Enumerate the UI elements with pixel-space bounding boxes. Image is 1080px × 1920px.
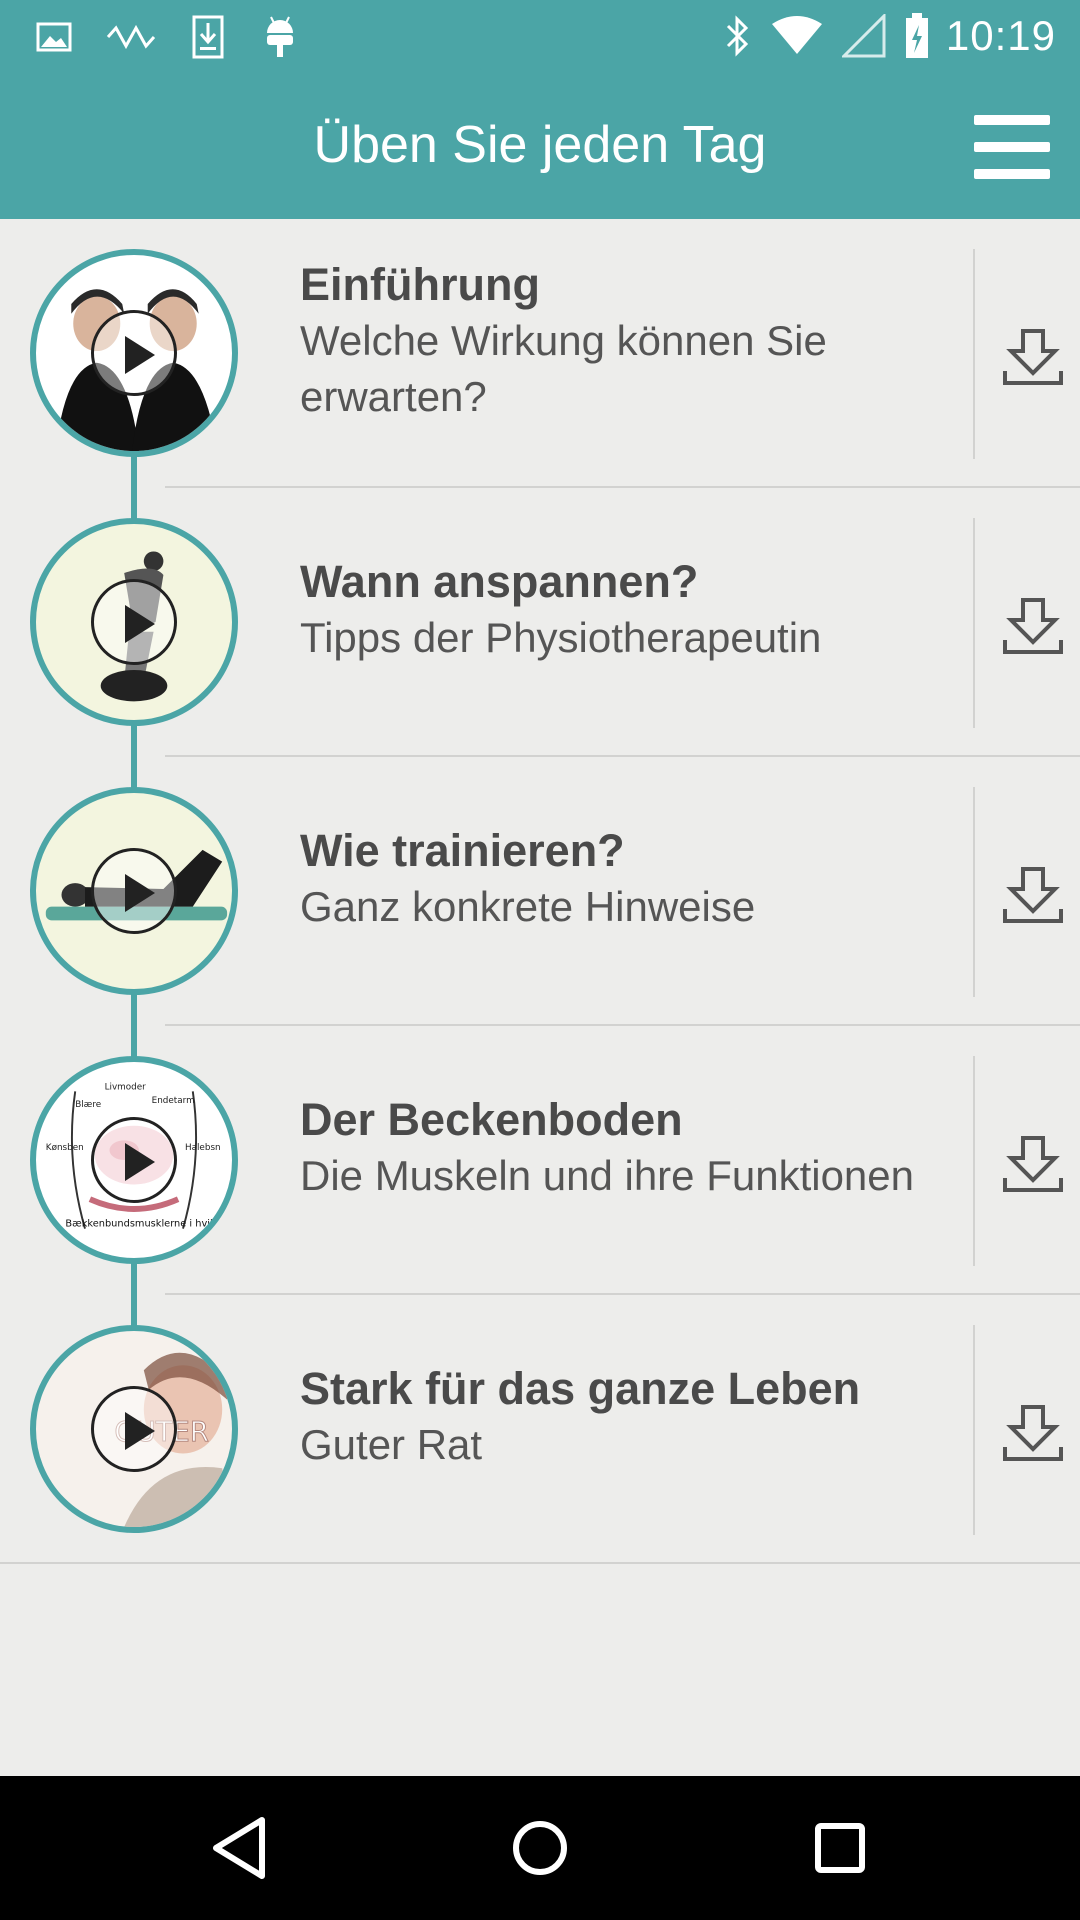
divider: [973, 1056, 975, 1266]
hamburger-menu-icon[interactable]: [974, 115, 1050, 179]
system-nav-bar: [0, 1776, 1080, 1920]
download-icon[interactable]: [1003, 865, 1063, 925]
download-icon[interactable]: [1003, 1403, 1063, 1463]
play-icon: [91, 848, 177, 934]
lesson-text: Einführung Welche Wirkung können Sie erw…: [300, 257, 960, 425]
lesson-subtitle: Tipps der Physiotherapeutin: [300, 614, 822, 661]
lesson-text: Wann anspannen? Tipps der Physiotherapeu…: [300, 554, 960, 666]
lesson-subtitle: Welche Wirkung können Sie erwarten?: [300, 317, 827, 420]
divider: [973, 249, 975, 459]
play-icon: [91, 579, 177, 665]
clock: 10:19: [945, 12, 1056, 59]
lesson-text: Stark für das ganze Leben Guter Rat: [300, 1361, 960, 1473]
bluetooth-icon: [724, 10, 752, 62]
lesson-title: Wann anspannen?: [300, 556, 699, 607]
list-item[interactable]: Einführung Welche Wirkung können Sie erw…: [0, 219, 1080, 488]
android-icon: [260, 14, 300, 60]
lesson-subtitle: Ganz konkrete Hinweise: [300, 883, 756, 930]
thumbnail-two-women[interactable]: [30, 249, 238, 457]
divider: [973, 787, 975, 997]
play-icon: [91, 1117, 177, 1203]
download-icon[interactable]: [1003, 1134, 1063, 1194]
lesson-title: Wie trainieren?: [300, 825, 625, 876]
divider: [973, 1325, 975, 1535]
lesson-subtitle: Guter Rat: [300, 1421, 483, 1468]
back-icon[interactable]: [202, 1810, 278, 1886]
diagram-label: Blære: [75, 1100, 101, 1110]
lesson-title: Einführung: [300, 259, 540, 310]
download-notification-icon: [188, 14, 228, 60]
play-icon: [91, 310, 177, 396]
system-icons: 10:19: [706, 10, 1056, 62]
image-icon: [34, 14, 74, 60]
list-item[interactable]: Wie trainieren? Ganz konkrete Hinweise: [0, 757, 1080, 1026]
row-divider: [0, 1562, 1080, 1564]
notification-icons: [34, 14, 332, 60]
lesson-text: Der Beckenboden Die Muskeln und ihre Fun…: [300, 1092, 960, 1204]
thumbnail-guter-rat[interactable]: GUTER: [30, 1325, 238, 1533]
page-title: Üben Sie jeden Tag: [313, 116, 767, 174]
lesson-subtitle: Die Muskeln und ihre Funktionen: [300, 1152, 915, 1199]
download-icon[interactable]: [1003, 327, 1063, 387]
lesson-title: Stark für das ganze Leben: [300, 1363, 861, 1414]
download-icon[interactable]: [1003, 596, 1063, 656]
diagram-label: Halebsn: [185, 1143, 221, 1153]
diagram-caption: Bækkenbundsmusklerne i hvile: [65, 1219, 218, 1230]
signal-wave-icon: [106, 14, 156, 60]
battery-icon: [904, 10, 930, 62]
home-icon[interactable]: [502, 1810, 578, 1886]
diagram-label: Kønsben: [46, 1143, 84, 1153]
thumbnail-woman-lying[interactable]: [30, 787, 238, 995]
diagram-label: Livmoder: [105, 1082, 147, 1092]
recents-icon[interactable]: [802, 1810, 878, 1886]
list-item[interactable]: GUTER Stark für das ganze Leben Guter Ra…: [0, 1295, 1080, 1564]
diagram-label: Endetarm: [152, 1096, 195, 1106]
list-item[interactable]: Livmoder Blære Endetarm Kønsben Halebsn …: [0, 1026, 1080, 1295]
thumbnail-woman-lifting[interactable]: [30, 518, 238, 726]
play-icon: [91, 1386, 177, 1472]
wifi-icon: [770, 10, 824, 62]
status-bar: 10:19: [0, 0, 1080, 75]
lesson-title: Der Beckenboden: [300, 1094, 683, 1145]
divider: [973, 518, 975, 728]
thumbnail-pelvic-diagram[interactable]: Livmoder Blære Endetarm Kønsben Halebsn …: [30, 1056, 238, 1264]
list-item[interactable]: Wann anspannen? Tipps der Physiotherapeu…: [0, 488, 1080, 757]
app-bar: Üben Sie jeden Tag: [0, 75, 1080, 219]
lesson-text: Wie trainieren? Ganz konkrete Hinweise: [300, 823, 960, 935]
cell-signal-icon: [841, 10, 886, 62]
lesson-list: Einführung Welche Wirkung können Sie erw…: [0, 219, 1080, 1564]
